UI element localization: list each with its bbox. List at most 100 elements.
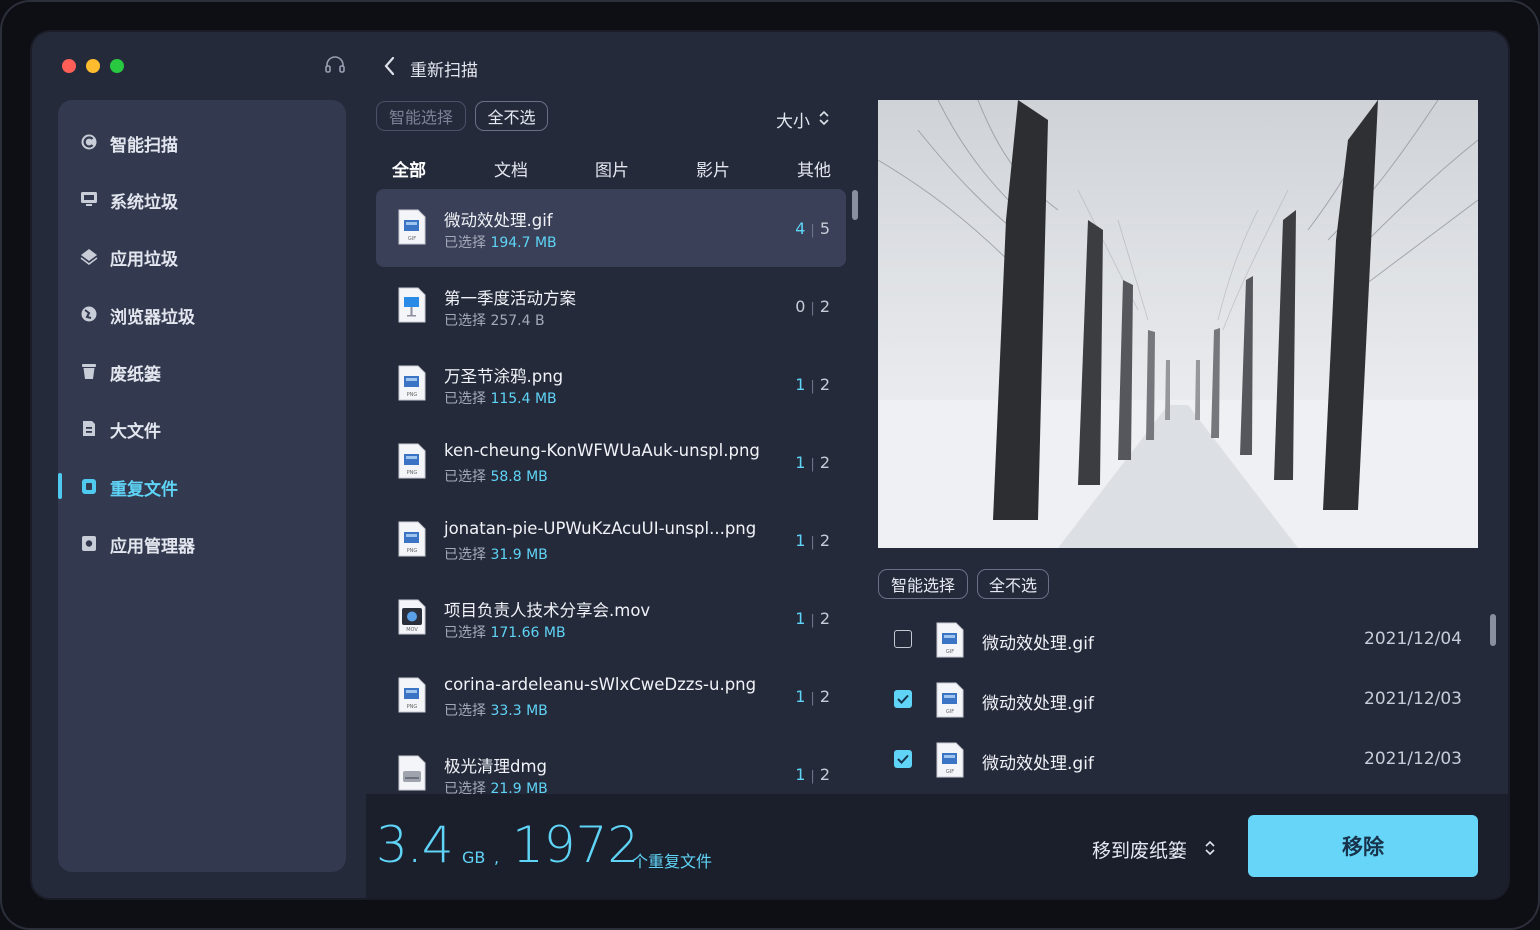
rescan-link[interactable]: 重新扫描 xyxy=(410,56,478,81)
duplicate-row[interactable]: GIF 微动效处理.gif 2021/12/03 xyxy=(878,672,1488,732)
svg-text:PNG: PNG xyxy=(407,704,418,710)
duplicate-list-scrollbar[interactable] xyxy=(1490,614,1496,646)
preview-image xyxy=(878,100,1478,548)
list-item[interactable]: PNG corina-ardeleanu-sWlxCweDzzs-u.png 已… xyxy=(376,657,846,735)
sidebar-item-duplicates[interactable]: 重复文件 xyxy=(58,461,346,511)
duplicate-checkbox[interactable] xyxy=(894,690,912,708)
file-name: corina-ardeleanu-sWlxCweDzzs-u.png xyxy=(444,675,757,694)
duplicate-date: 2021/12/03 xyxy=(1364,689,1462,709)
smart-select-button[interactable]: 智能选择 xyxy=(376,101,466,131)
tab-others[interactable]: 其他 xyxy=(797,156,831,181)
duplicate-checkbox[interactable] xyxy=(894,630,912,648)
list-item[interactable]: 极光清理dmg 已选择 21.9 MB 1 | 2 xyxy=(376,735,846,795)
file-name: 第一季度活动方案 xyxy=(444,289,576,308)
file-selected-size: 已选择 115.4 MB xyxy=(444,391,557,407)
selection-count: 1 | 2 xyxy=(795,609,830,628)
sidebar: 智能扫描 系统垃圾 应用垃圾 浏览器垃圾 废纸篓 大文件 重复文件 应用管理器 xyxy=(58,100,346,872)
support-headset-icon[interactable] xyxy=(324,54,346,76)
gif-file-icon: GIF xyxy=(398,209,426,245)
sidebar-item-smart-scan[interactable]: 智能扫描 xyxy=(58,117,346,167)
duplicate-file-list: GIF 微动效处理.gif 已选择 194.7 MB 4 | 5 第一季度活动方案 … xyxy=(376,189,848,795)
gif-file-icon: GIF xyxy=(936,622,964,658)
list-item[interactable]: PNG ken-cheung-KonWFWUaAuk-unspl.png 已选择… xyxy=(376,423,846,501)
file-name: 万圣节涂鸦.png xyxy=(444,367,564,386)
zoom-window-button[interactable] xyxy=(110,59,124,73)
close-window-button[interactable] xyxy=(62,59,76,73)
duplicate-count-label: 个重复文件 xyxy=(632,852,713,871)
deselect-all-button[interactable]: 全不选 xyxy=(475,101,548,131)
gif-file-icon: GIF xyxy=(936,682,964,718)
tab-images[interactable]: 图片 xyxy=(595,156,629,181)
sidebar-item-app-junk[interactable]: 应用垃圾 xyxy=(58,231,346,281)
category-tabs: 全部 文档 图片 影片 其他 xyxy=(378,156,848,181)
sidebar-item-label: 应用管理器 xyxy=(110,537,195,557)
sidebar-item-label: 废纸篓 xyxy=(110,365,161,385)
summary-separator: , xyxy=(494,848,500,867)
sort-chevron-icon[interactable] xyxy=(818,109,830,127)
svg-text:MOV: MOV xyxy=(406,627,418,633)
duplicate-count-value: 1972 xyxy=(512,816,640,874)
svg-text:GIF: GIF xyxy=(946,709,954,715)
tab-videos[interactable]: 影片 xyxy=(696,156,730,181)
duplicate-row[interactable]: GIF 微动效处理.gif 2021/12/03 xyxy=(878,732,1488,792)
file-name: jonatan-pie-UPWuKzAcuUI-unspl...png xyxy=(444,519,757,538)
selection-count: 1 | 2 xyxy=(795,375,830,394)
sidebar-item-label: 浏览器垃圾 xyxy=(110,308,195,328)
file-selected-size: 已选择 31.9 MB xyxy=(444,547,548,563)
summary-bar: 3.4 GB , 1972 个重复文件 移到废纸篓 移除 xyxy=(366,794,1508,898)
sidebar-item-large-files[interactable]: 大文件 xyxy=(58,403,346,453)
file-selected-size: 已选择 58.8 MB xyxy=(444,469,548,485)
list-item[interactable]: PNG 万圣节涂鸦.png 已选择 115.4 MB 1 | 2 xyxy=(376,345,846,423)
sidebar-item-app-manager[interactable]: 应用管理器 xyxy=(58,518,346,568)
preview-deselect-all-button[interactable]: 全不选 xyxy=(977,569,1049,599)
duplicate-row[interactable]: GIF 微动效处理.gif 2021/12/04 xyxy=(878,612,1488,672)
browser-junk-icon xyxy=(81,306,97,322)
duplicate-date: 2021/12/03 xyxy=(1364,749,1462,769)
file-selected-size: 已选择 33.3 MB xyxy=(444,703,548,719)
list-item[interactable]: PNG jonatan-pie-UPWuKzAcuUI-unspl...png … xyxy=(376,501,846,579)
system-junk-icon xyxy=(81,192,97,206)
move-to-trash-dropdown[interactable]: 移到废纸篓 xyxy=(1092,836,1187,863)
png-file-icon: PNG xyxy=(398,443,426,479)
svg-text:GIF: GIF xyxy=(408,236,416,242)
total-size-value: 3.4 xyxy=(376,816,454,874)
dropdown-chevron-icon[interactable] xyxy=(1204,838,1216,858)
large-file-icon xyxy=(83,421,95,436)
sidebar-item-label: 重复文件 xyxy=(110,480,178,500)
duplicate-date: 2021/12/04 xyxy=(1364,629,1462,649)
sidebar-item-browser-junk[interactable]: 浏览器垃圾 xyxy=(58,289,346,339)
svg-text:GIF: GIF xyxy=(946,649,954,655)
file-list-scrollbar[interactable] xyxy=(852,190,858,220)
file-selected-size: 已选择 194.7 MB xyxy=(444,235,557,251)
keynote-file-icon xyxy=(398,287,426,323)
remove-button[interactable]: 移除 xyxy=(1248,815,1478,877)
total-size-unit: GB xyxy=(462,848,486,867)
duplicate-checkbox[interactable] xyxy=(894,750,912,768)
selection-count: 0 | 2 xyxy=(795,297,830,316)
tab-all[interactable]: 全部 xyxy=(392,156,426,181)
window-controls xyxy=(62,59,124,73)
file-name: 项目负责人技术分享会.mov xyxy=(444,601,651,620)
list-item[interactable]: 第一季度活动方案 已选择 257.4 B 0 | 2 xyxy=(376,267,846,345)
back-chevron-icon[interactable] xyxy=(380,54,400,78)
file-name: 极光清理dmg xyxy=(444,757,548,776)
file-selected-size: 已选择 257.4 B xyxy=(444,313,545,329)
selection-count: 1 | 2 xyxy=(795,687,830,706)
list-item[interactable]: GIF 微动效处理.gif 已选择 194.7 MB 4 | 5 xyxy=(376,189,846,267)
list-item[interactable]: MOV 项目负责人技术分享会.mov 已选择 171.66 MB 1 | 2 xyxy=(376,579,846,657)
sidebar-item-trash[interactable]: 废纸篓 xyxy=(58,346,346,396)
trash-icon xyxy=(82,364,96,379)
preview-smart-select-button[interactable]: 智能选择 xyxy=(878,569,968,599)
selection-count: 1 | 2 xyxy=(795,765,830,784)
sort-dropdown[interactable]: 大小 xyxy=(776,107,810,132)
file-selected-size: 已选择 171.66 MB xyxy=(444,625,566,641)
tab-documents[interactable]: 文档 xyxy=(494,156,528,181)
sidebar-item-system-junk[interactable]: 系统垃圾 xyxy=(58,174,346,224)
file-name: ken-cheung-KonWFWUaAuk-unspl.png xyxy=(444,441,760,460)
minimize-window-button[interactable] xyxy=(86,59,100,73)
duplicate-file-icon xyxy=(82,479,96,494)
app-junk-icon xyxy=(80,249,98,265)
sidebar-item-label: 系统垃圾 xyxy=(110,193,178,213)
duplicate-name: 微动效处理.gif xyxy=(982,754,1094,774)
file-name: 微动效处理.gif xyxy=(444,211,553,230)
